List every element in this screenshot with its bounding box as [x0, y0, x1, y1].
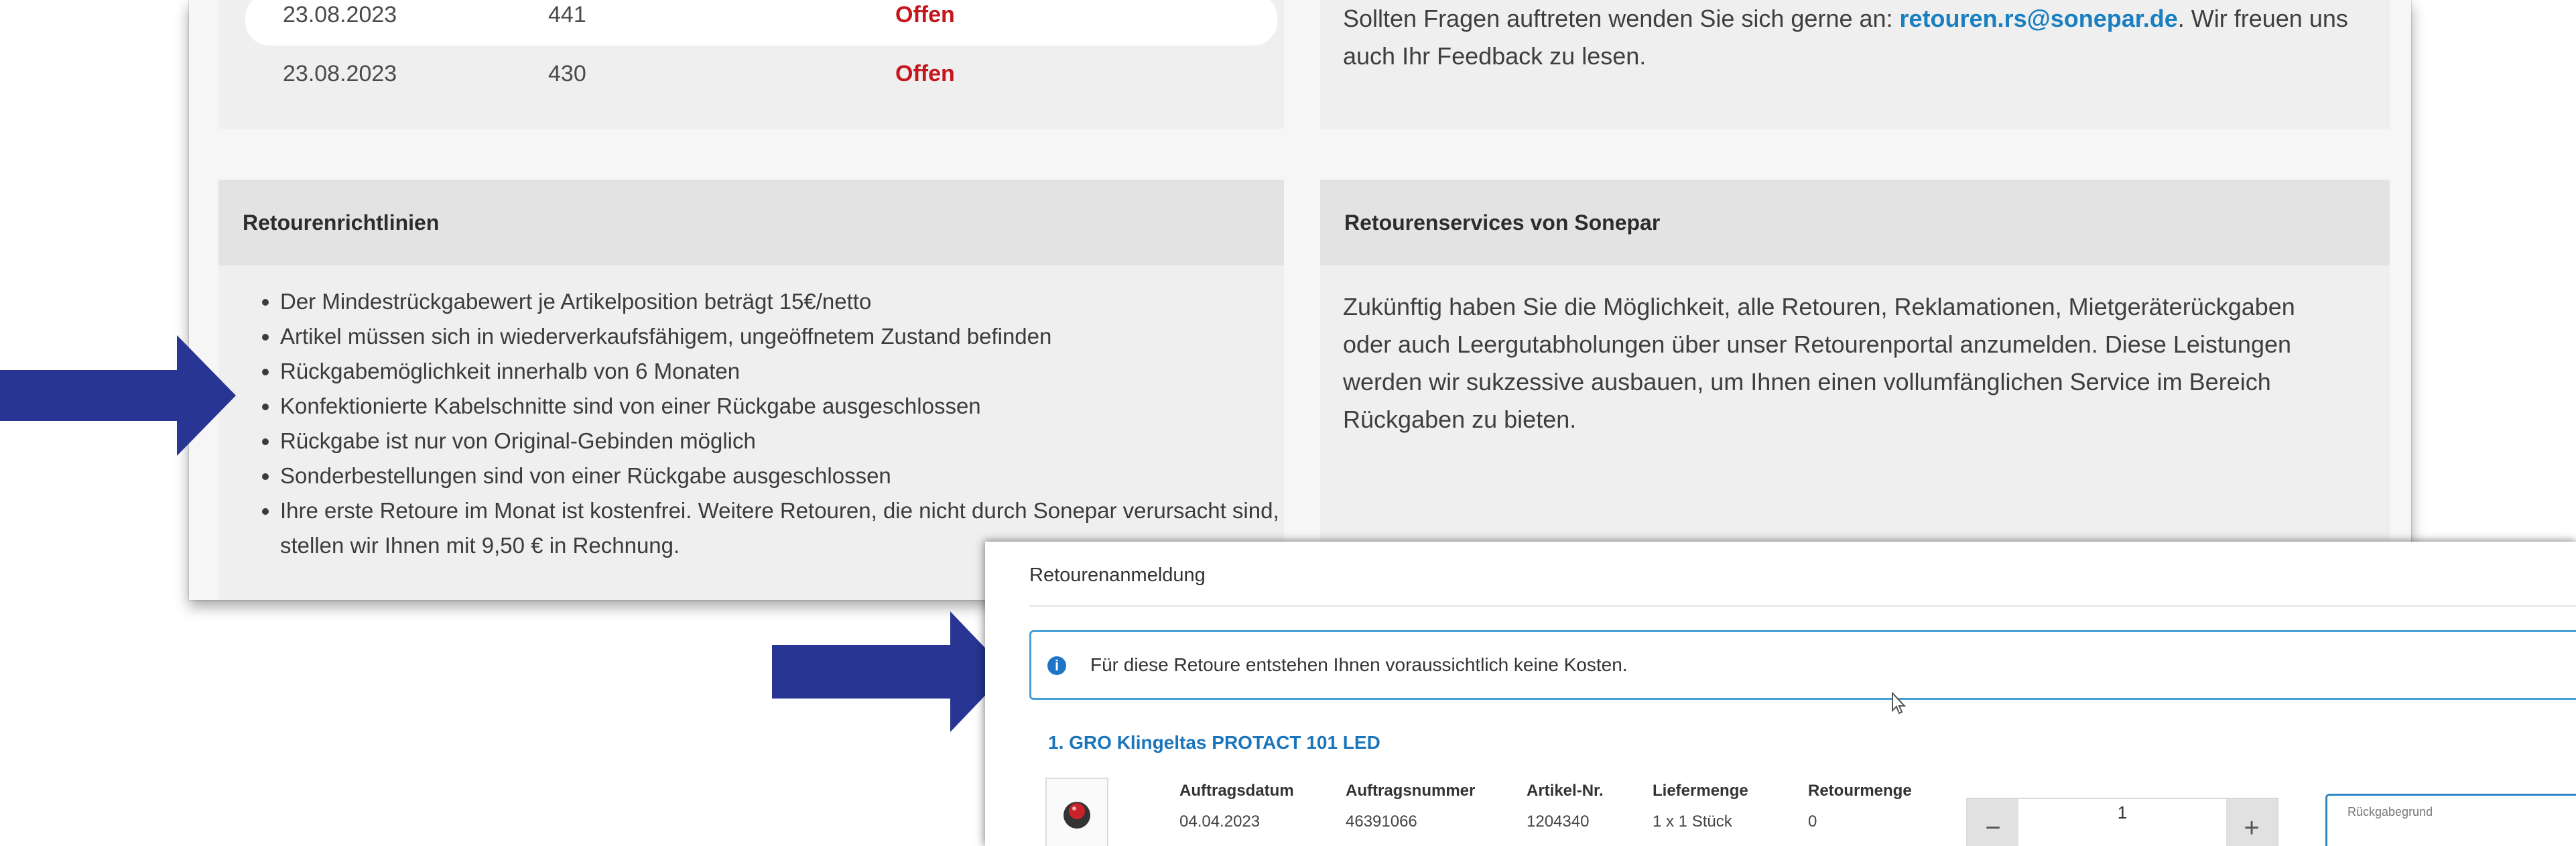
contact-card: Sollten Fragen auftreten wenden Sie sich… — [1320, 0, 2390, 129]
list-item: Der Mindestrückgabewert je Artikelpositi… — [280, 284, 1285, 319]
info-text: Für diese Retoure entstehen Ihnen voraus… — [1090, 654, 1628, 675]
list-item: Rückgabe ist nur von Original-Gebinden m… — [280, 424, 1285, 459]
quantity-stepper: − 1 + — [1966, 798, 2278, 846]
contact-email-link[interactable]: retouren.rs@sonepar.de — [1900, 5, 2178, 32]
list-item: Konfektionierte Kabelschnitte sind von e… — [280, 389, 1285, 424]
list-item: Artikel müssen sich in wiederverkaufsfäh… — [280, 319, 1285, 354]
col-header-order-date: Auftragsdatum — [1179, 782, 1294, 800]
contact-text-before: Sollten Fragen auftreten wenden Sie sich… — [1343, 5, 1900, 32]
article-number: 1204340 — [1527, 812, 1590, 831]
quantity-input[interactable]: 1 — [2018, 799, 2226, 826]
order-number: 430 — [548, 61, 586, 86]
return-registration-screenshot: Retourenanmeldung i Für diese Retoure en… — [985, 542, 2576, 846]
col-header-returned: Retourmenge — [1808, 782, 1912, 800]
order-number: 441 — [548, 2, 586, 27]
services-title: Retourenservices von Sonepar — [1344, 210, 1661, 235]
returned-quantity: 0 — [1808, 812, 1817, 831]
order-date: 23.08.2023 — [283, 61, 397, 86]
arrow-right-icon — [0, 335, 236, 456]
registration-title: Retourenanmeldung — [1029, 564, 1206, 586]
list-item: Rückgabemöglichkeit innerhalb von 6 Mona… — [280, 354, 1285, 389]
list-item: Sonderbestellungen sind von einer Rückga… — [280, 459, 1285, 493]
contact-text: Sollten Fragen auftreten wenden Sie sich… — [1343, 0, 2375, 75]
divider — [1029, 605, 2576, 607]
order-date: 23.08.2023 — [283, 2, 397, 27]
col-header-order-number: Auftragsnummer — [1346, 782, 1476, 800]
return-reason-select[interactable]: Rückgabegrund — [2325, 794, 2576, 846]
orders-card: 23.08.2023 441 Offen 23.08.2023 430 Offe… — [218, 0, 1284, 129]
card-header: Retourenrichtlinien — [218, 180, 1284, 265]
return-reason-label: Rückgabegrund — [2347, 805, 2433, 819]
table-row[interactable]: 23.08.2023 441 Offen — [245, 0, 1277, 46]
col-header-delivered: Liefermenge — [1653, 782, 1748, 800]
increment-button[interactable]: + — [2226, 799, 2277, 846]
decrement-button[interactable]: − — [1968, 799, 2018, 846]
return-policy-card: Retourenrichtlinien Der Mindestrückgabew… — [218, 180, 1284, 600]
status-badge: Offen — [895, 2, 955, 27]
order-number: 46391066 — [1346, 812, 1417, 831]
col-header-article-no: Artikel-Nr. — [1527, 782, 1604, 800]
policy-title: Retourenrichtlinien — [243, 210, 440, 235]
doorbell-button-icon — [1064, 802, 1090, 829]
product-title-link[interactable]: 1. GRO Klingeltas PROTACT 101 LED — [1048, 732, 1380, 753]
returns-overview-screenshot: 23.08.2023 441 Offen 23.08.2023 430 Offe… — [189, 0, 2411, 600]
order-date: 04.04.2023 — [1179, 812, 1261, 831]
product-image — [1045, 778, 1108, 846]
policy-list: Der Mindestrückgabewert je Artikelpositi… — [243, 284, 1285, 563]
status-badge: Offen — [895, 61, 955, 86]
services-text: Zukünftig haben Sie die Möglichkeit, all… — [1343, 293, 2295, 433]
table-row[interactable]: 23.08.2023 430 Offen — [245, 52, 1277, 105]
delivered-quantity: 1 x 1 Stück — [1653, 812, 1732, 831]
info-banner: i Für diese Retoure entstehen Ihnen vora… — [1029, 630, 2576, 700]
info-icon: i — [1047, 656, 1066, 675]
mouse-cursor-icon — [1892, 692, 1907, 715]
card-header: Retourenservices von Sonepar — [1320, 180, 2390, 265]
arrow-right-icon — [772, 611, 1008, 732]
return-services-card: Retourenservices von Sonepar Zukünftig h… — [1320, 180, 2390, 600]
